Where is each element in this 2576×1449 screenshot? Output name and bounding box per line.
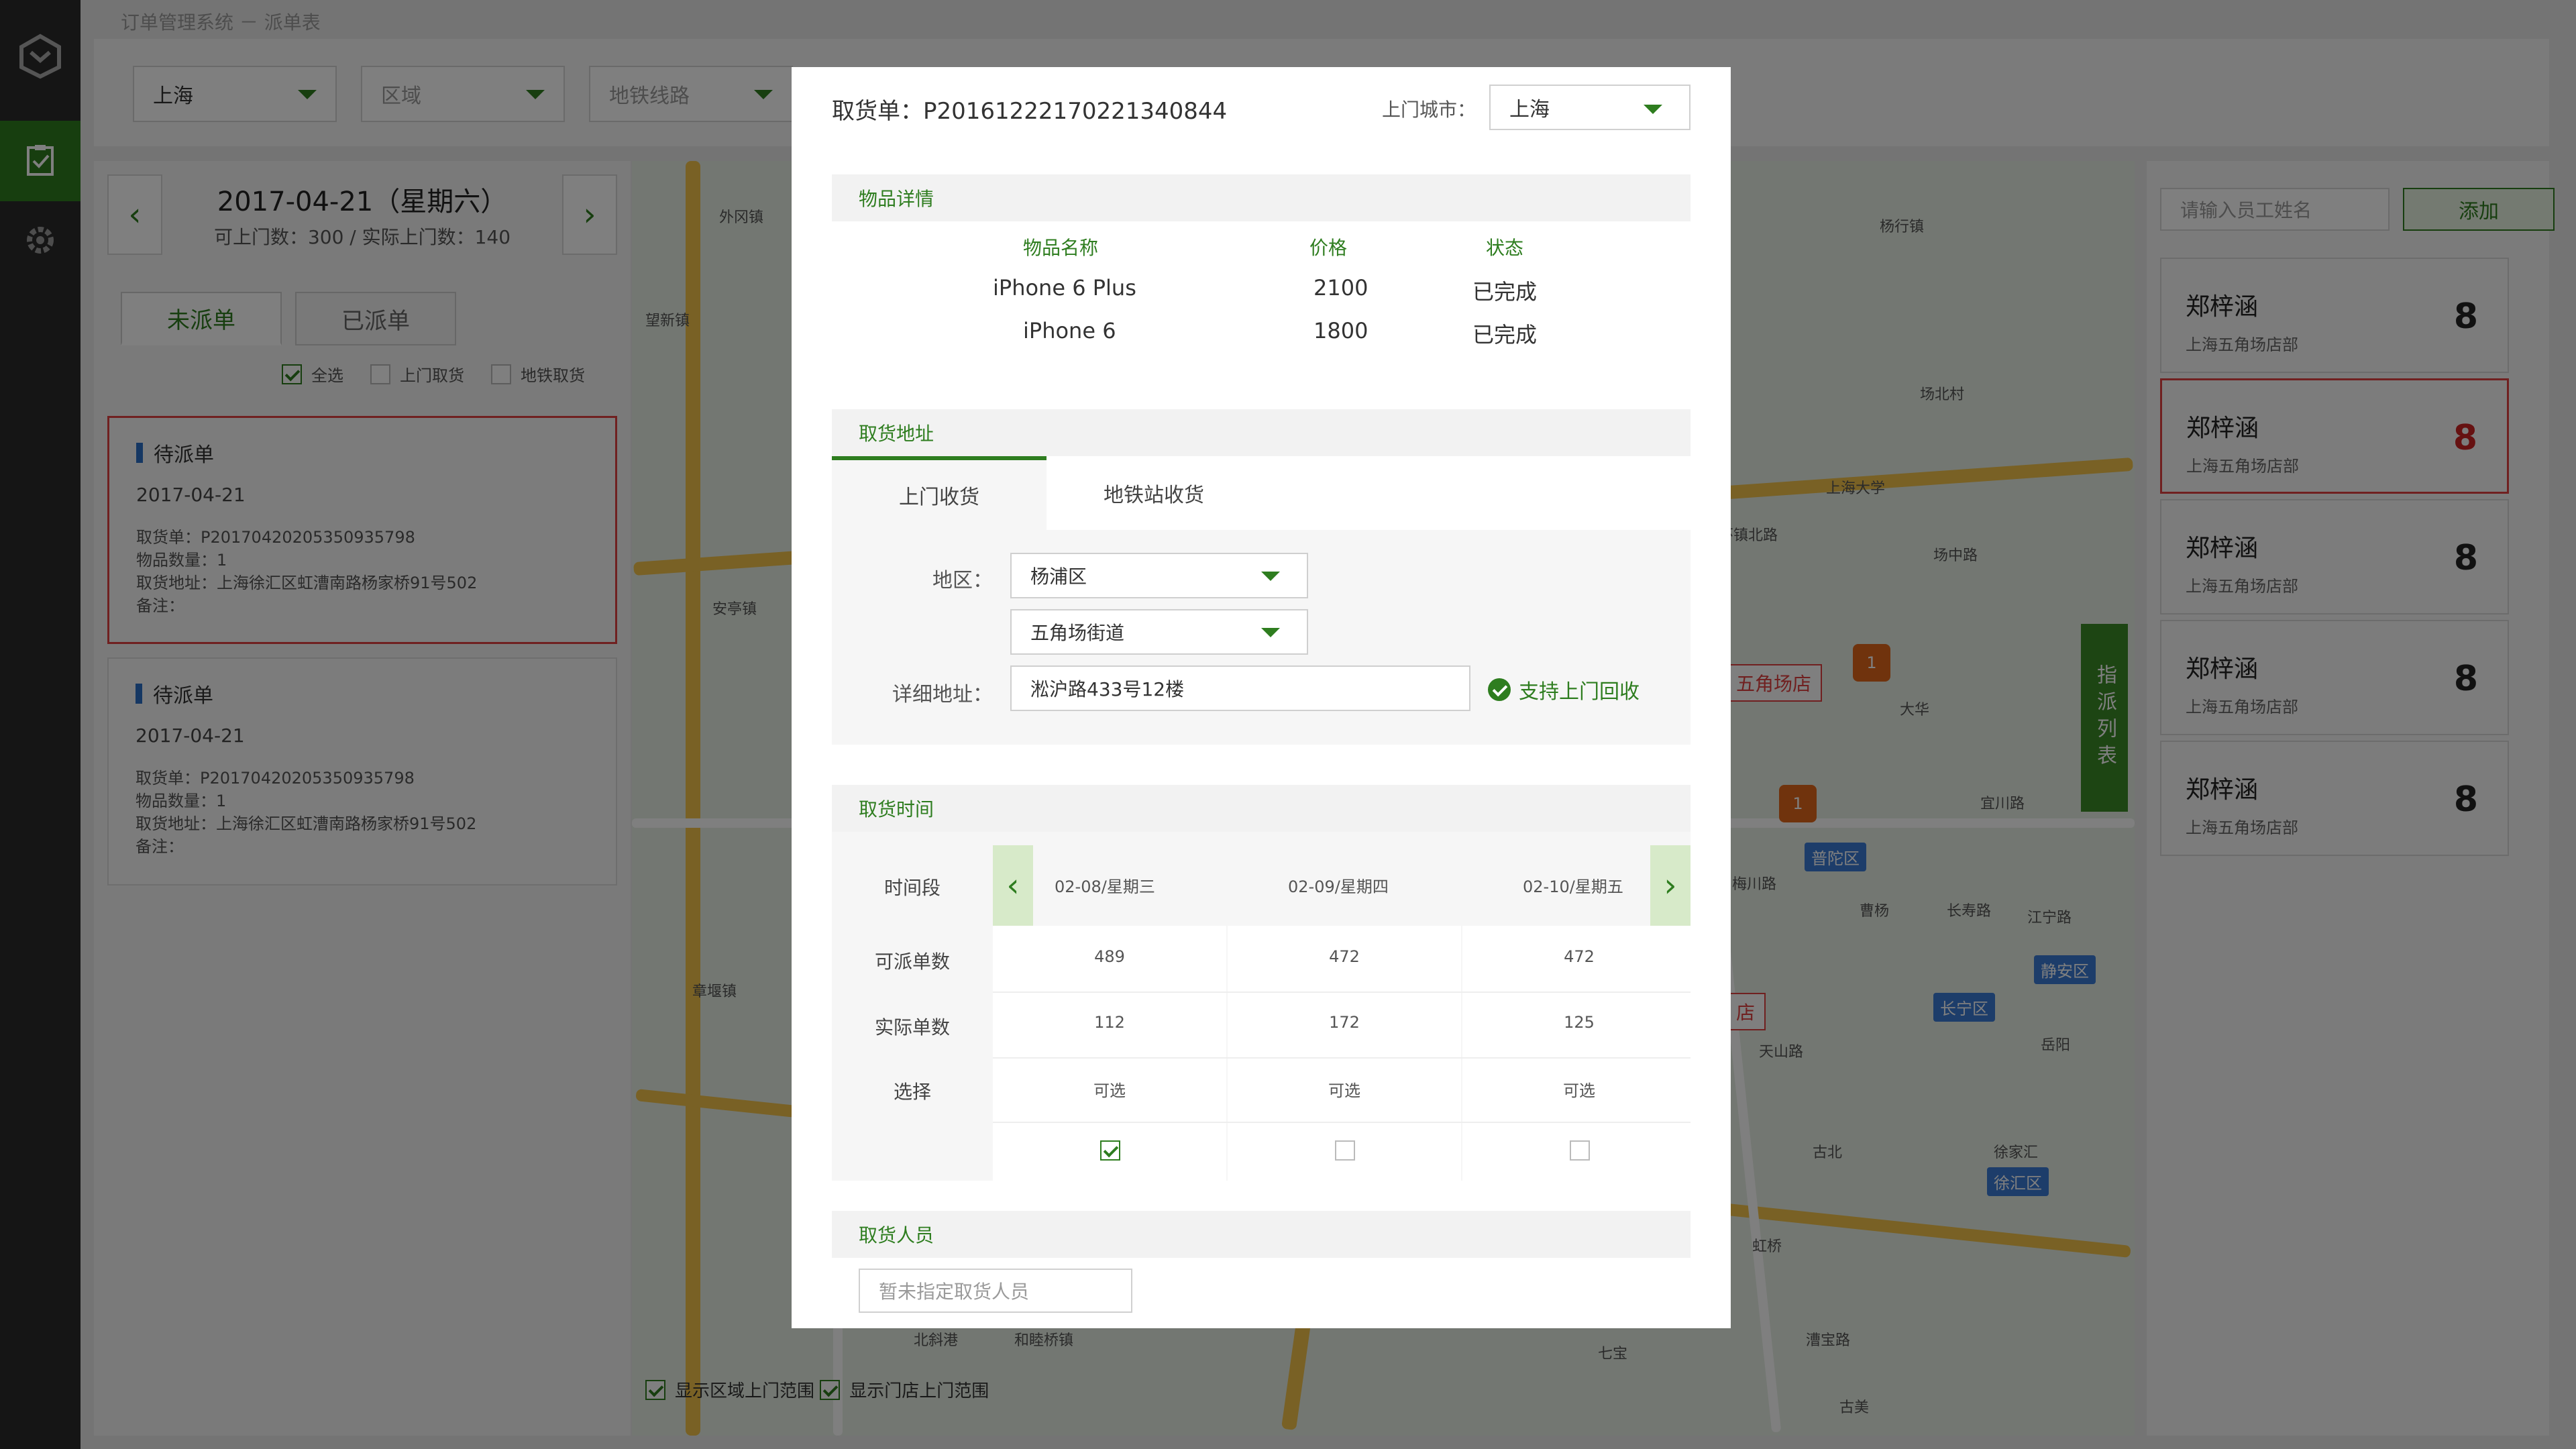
modal-title: 取货单：P20161222170221340844 [832,98,1228,125]
address-section-header: 取货地址 [832,409,1690,456]
time-section-header: 取货时间 [832,785,1690,832]
caret-down-icon [1644,105,1662,114]
row-divider [993,991,1690,993]
item-name: iPhone 6 Plus [993,275,1136,301]
street-select[interactable]: 五角场街道 [1010,609,1308,655]
items-section: 物品详情 物品名称 价格 状态 iPhone 6 Plus 2100 已完成 i… [832,174,1690,396]
support-recycle-badge: 支持上门回收 [1488,675,1640,704]
chevron-left-icon: ‹ [1006,867,1020,904]
district-select[interactable]: 杨浦区 [1010,553,1308,598]
region-label: 地区： [932,569,993,592]
actual-count: 125 [1564,1013,1595,1032]
time-slot-grid: 时间段 可派单数 实际单数 选择 ‹ › 02-08/星期三 02-09/星期四… [832,832,1696,1181]
row-label: 可派单数 [874,951,950,973]
check-circle-icon [1488,678,1511,701]
selectable-text: 可选 [1093,1081,1126,1100]
selectable-text: 可选 [1328,1081,1360,1100]
address-form: 上门收货 地铁站收货 地区： 杨浦区 五角场街道 详细地址： 淞沪路433号12… [832,456,1690,745]
modal-header: 取货单：P20161222170221340844 上门城市： 上海 [792,67,1731,148]
next-days-button[interactable]: › [1650,845,1690,926]
available-count: 472 [1564,947,1595,966]
actual-count: 112 [1094,1013,1125,1032]
item-price: 1800 [1313,318,1368,343]
pickup-order-modal: 取货单：P20161222170221340844 上门城市： 上海 物品详情 … [792,67,1731,1328]
caret-down-icon [1261,628,1280,637]
pickup-time-section: 取货时间 时间段 可派单数 实际单数 选择 ‹ › 02-08/星期三 02-0… [832,785,1696,1187]
item-name: iPhone 6 [1023,318,1116,343]
item-status: 已完成 [1472,279,1538,305]
detail-address-input[interactable]: 淞沪路433号12楼 [1010,665,1470,711]
available-count: 489 [1094,947,1125,966]
tab-metro-pickup[interactable]: 地铁站收货 [1046,456,1261,530]
slot-checkbox-checked[interactable] [1100,1140,1120,1161]
day-header: 02-10/星期五 [1523,877,1623,896]
pickup-person-input[interactable]: 暂未指定取货人员 [859,1269,1132,1313]
day-header: 02-08/星期三 [1055,877,1155,896]
column-header: 价格 [1309,237,1348,259]
slot-checkbox[interactable] [1335,1140,1355,1161]
slot-checkbox[interactable] [1570,1140,1590,1161]
prev-days-button[interactable]: ‹ [993,845,1033,926]
tab-door-pickup[interactable]: 上门收货 [832,456,1046,530]
address-section: 取货地址 上门收货 地铁站收货 地区： 杨浦区 五角场街道 详细地址： 淞沪路4… [832,409,1690,745]
caret-down-icon [1261,572,1280,581]
available-count: 472 [1329,947,1360,966]
row-label: 选择 [893,1081,931,1103]
item-price: 2100 [1313,275,1368,301]
column-header: 物品名称 [1023,237,1099,259]
city-select[interactable]: 上海 [1489,85,1690,130]
address-tabs: 上门收货 地铁站收货 [832,456,1690,530]
row-divider [993,1057,1690,1059]
day-header: 02-09/星期四 [1288,877,1389,896]
items-section-header: 物品详情 [832,174,1690,221]
pickup-person-section: 取货人员 暂未指定取货人员 [832,1211,1690,1325]
actual-count: 172 [1329,1013,1360,1032]
column-header: 状态 [1486,237,1524,259]
detail-address-label: 详细地址： [892,683,993,706]
row-label: 实际单数 [874,1016,950,1038]
item-status: 已完成 [1472,322,1538,347]
city-label: 上门城市： [1382,99,1477,121]
person-section-header: 取货人员 [832,1211,1690,1258]
selectable-text: 可选 [1563,1081,1595,1100]
row-divider [993,1122,1690,1123]
row-label: 时间段 [883,877,941,899]
chevron-right-icon: › [1664,867,1677,904]
